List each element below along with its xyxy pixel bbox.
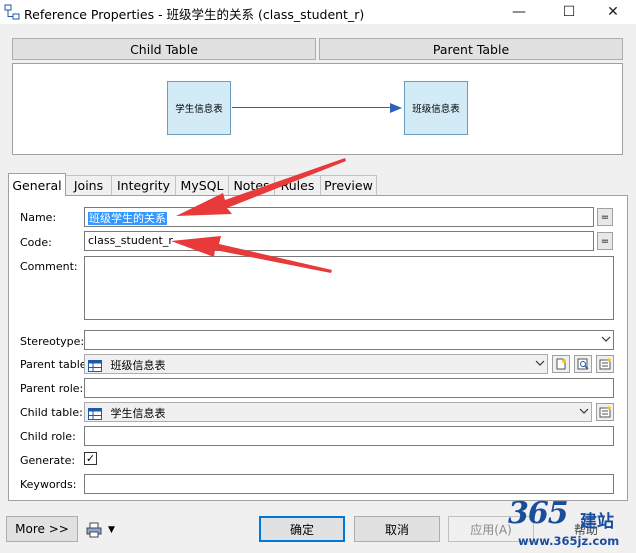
parent-table-select[interactable]: 班级信息表 [84, 354, 548, 374]
reference-preview-diagram [12, 63, 623, 155]
properties-icon [599, 358, 611, 370]
code-label: Code: [20, 236, 52, 249]
tab-integrity[interactable]: Integrity [111, 175, 176, 195]
comment-textarea[interactable] [84, 256, 614, 320]
minimize-button[interactable]: — [496, 0, 542, 24]
keywords-input[interactable] [84, 474, 614, 494]
chevron-down-icon: ▼ [108, 525, 115, 535]
table-icon [88, 360, 102, 372]
new-document-icon [556, 358, 566, 370]
window-title: Reference Properties - 班级学生的关系 (class_st… [24, 7, 365, 22]
tab-joins[interactable]: Joins [65, 175, 112, 195]
create-table-button[interactable] [552, 355, 570, 373]
keywords-label: Keywords: [20, 478, 77, 491]
child-table-value: 学生信息表 [110, 407, 166, 420]
parent-role-input[interactable] [84, 378, 614, 398]
stereotype-label: Stereotype: [20, 335, 85, 348]
properties-icon [599, 406, 611, 418]
chevron-down-icon[interactable] [579, 406, 589, 419]
tab-notes[interactable]: Notes [228, 175, 275, 195]
parent-table-label: Parent table: [20, 358, 91, 371]
reference-link-line [232, 107, 392, 108]
chevron-down-icon[interactable] [535, 358, 545, 371]
child-table-properties-button[interactable] [596, 403, 614, 421]
reference-arrow-head [390, 103, 402, 113]
tab-preview[interactable]: Preview [320, 175, 377, 195]
tab-mysql[interactable]: MySQL [175, 175, 229, 195]
table-icon [88, 408, 102, 420]
comment-label: Comment: [20, 260, 78, 273]
browse-table-button[interactable] [574, 355, 592, 373]
more-button[interactable]: More >> [6, 516, 78, 542]
chevron-down-icon[interactable] [601, 334, 611, 347]
child-role-label: Child role: [20, 430, 76, 443]
name-value: 班级学生的关系 [88, 212, 167, 225]
child-table-tab[interactable]: Child Table [12, 38, 316, 60]
close-button[interactable]: ✕ [590, 0, 636, 24]
child-table-symbol[interactable]: 学生信息表 [167, 81, 231, 135]
code-name-sync-button[interactable]: = [597, 232, 613, 250]
watermark-text: 建站 [580, 512, 614, 532]
child-table-select[interactable]: 学生信息表 [84, 402, 592, 422]
watermark-logo: 365 [508, 496, 569, 531]
maximize-button[interactable]: ☐ [546, 0, 592, 24]
name-code-sync-button[interactable]: = [597, 208, 613, 226]
parent-table-tab[interactable]: Parent Table [319, 38, 623, 60]
tab-rules[interactable]: Rules [274, 175, 321, 195]
printer-icon [86, 522, 102, 538]
parent-table-properties-button[interactable] [596, 355, 614, 373]
name-input[interactable]: 班级学生的关系 [84, 207, 594, 227]
parent-table-value: 班级信息表 [110, 359, 166, 372]
reference-properties-icon [4, 4, 20, 20]
cancel-button[interactable]: 取消 [354, 516, 440, 542]
print-menu-button[interactable]: ▼ [86, 520, 120, 540]
child-table-label: Child table: [20, 406, 83, 419]
child-role-input[interactable] [84, 426, 614, 446]
name-label: Name: [20, 211, 57, 224]
magnifier-icon [577, 358, 589, 370]
code-input[interactable]: class_student_r [84, 231, 594, 251]
parent-role-label: Parent role: [20, 382, 84, 395]
watermark-digits: 365 [508, 496, 569, 531]
ok-button[interactable]: 确定 [259, 516, 345, 542]
stereotype-select[interactable] [84, 330, 614, 350]
tab-general[interactable]: General [8, 173, 66, 196]
title-bar: Reference Properties - 班级学生的关系 (class_st… [0, 0, 636, 24]
watermark-url: www.365jz.com [518, 534, 620, 548]
generate-label: Generate: [20, 454, 76, 467]
parent-table-symbol[interactable]: 班级信息表 [404, 81, 468, 135]
generate-checkbox[interactable]: ✓ [84, 452, 97, 465]
